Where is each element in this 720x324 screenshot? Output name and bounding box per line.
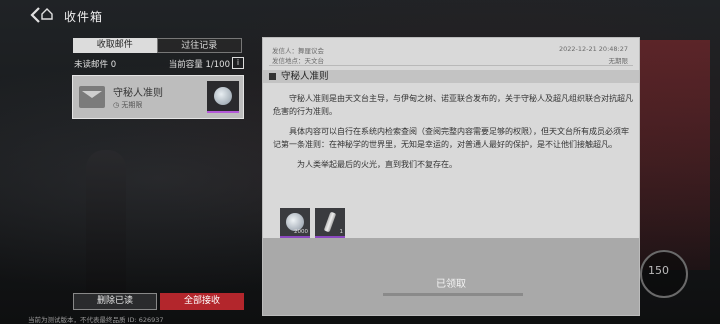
- inbox-info: 未读邮件 0 当前容量 1/100 i: [74, 57, 244, 70]
- character-silhouette: [86, 150, 126, 300]
- attachment-vial[interactable]: 1: [315, 208, 345, 238]
- mail-paragraph: 守秘人准则是由天文台主导，与伊甸之树、诺亚联合发布的，关于守秘人及超凡组织联合对…: [273, 94, 633, 116]
- capacity-count: 当前容量 1/100: [168, 60, 230, 70]
- mail-detail-panel: 发信人：舞厘议会 发信地点：天文台 2022-12-21 20:48:27 无期…: [262, 37, 640, 316]
- attachment-coin[interactable]: 2000: [280, 208, 310, 238]
- attachment-count: 2000: [294, 229, 308, 235]
- mail-paragraph: 具体内容可以自行在系统内检索查阅（查阅完整内容需要足够的权限），但天文台所有成员…: [273, 127, 629, 149]
- unread-count: 未读邮件 0: [74, 60, 117, 70]
- mail-title: 守秘人准则: [113, 88, 163, 99]
- coin-icon: [214, 87, 232, 105]
- received-status: 已领取: [436, 279, 466, 290]
- mail-paragraph: 为人类举起最后的火光，直到我们不复存在。: [297, 160, 457, 169]
- tab-history[interactable]: 过往记录: [156, 38, 242, 53]
- hud-value: 150: [648, 264, 669, 277]
- mail-item-thumbnail: [207, 81, 239, 113]
- mail-location: 发信地点：天文台: [272, 57, 324, 65]
- mail-expiry: ◷ 无期限: [113, 101, 143, 109]
- tab-receive-mail[interactable]: 收取邮件: [73, 38, 157, 53]
- mail-subject: 守秘人准则: [281, 71, 329, 82]
- mail-body: 守秘人准则是由天文台主导，与伊甸之树、诺亚联合发布的，关于守秘人及超凡组织联合对…: [273, 92, 633, 178]
- mail-sender: 发信人：舞厘议会: [272, 47, 324, 55]
- attachment-count: 1: [339, 229, 344, 235]
- receive-all-button[interactable]: 全部接收: [160, 293, 244, 310]
- subject-marker-icon: [269, 73, 276, 80]
- page-title: 收件箱: [64, 10, 104, 24]
- mail-tabs: 收取邮件 过往记录: [73, 38, 242, 53]
- mail-timestamp: 2022-12-21 20:48:27: [558, 45, 628, 53]
- vial-icon: [323, 211, 337, 233]
- build-footer: 当前为测试版本，不代表最终品质 ID: 626937: [28, 316, 164, 324]
- envelope-icon: [79, 86, 105, 108]
- delete-read-button[interactable]: 删除已读: [73, 293, 157, 310]
- mail-subject-bar: 守秘人准则: [263, 70, 639, 83]
- mail-expiry-detail: 无期限: [608, 57, 629, 65]
- info-icon[interactable]: i: [232, 57, 244, 69]
- home-icon[interactable]: [41, 5, 53, 20]
- mail-list-item[interactable]: 守秘人准则 ◷ 无期限: [72, 75, 244, 119]
- divider: [269, 65, 633, 66]
- decorative-line: [383, 293, 523, 296]
